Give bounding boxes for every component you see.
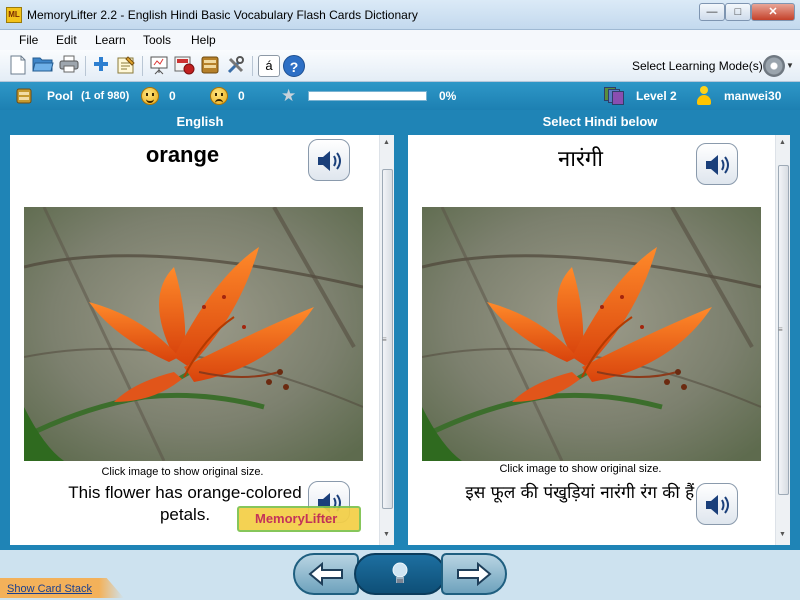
app-icon: ML — [6, 7, 22, 23]
scroll-up-icon[interactable]: ▲ — [779, 139, 786, 146]
menu-file[interactable]: File — [19, 33, 38, 47]
scroll-down-icon[interactable]: ▼ — [779, 531, 786, 538]
speaker-icon — [706, 495, 729, 515]
card-settings-icon[interactable] — [173, 55, 195, 77]
close-icon: ✕ — [768, 6, 778, 18]
scroll-down-icon[interactable]: ▼ — [383, 531, 390, 538]
lightbulb-icon — [392, 562, 408, 583]
toolbar: á ? Select Learning Mode(s) ▼ — [0, 50, 800, 82]
pool-count: (1 of 980) — [81, 90, 130, 102]
level-label: Level 2 — [636, 89, 677, 103]
image-caption: Click image to show original size. — [499, 463, 662, 475]
open-folder-icon[interactable] — [32, 55, 54, 77]
learning-mode-label[interactable]: Select Learning Mode(s) — [632, 59, 763, 73]
pool-icon — [16, 88, 32, 104]
chevron-down-icon[interactable]: ▼ — [786, 61, 794, 70]
answer-scrollbar[interactable]: ▲ ≡ ▼ — [775, 135, 790, 545]
previous-button[interactable] — [293, 553, 359, 595]
wrong-count: 0 — [238, 89, 245, 103]
memorylifter-logo: MemoryLifter — [237, 506, 361, 532]
right-count: 0 — [169, 89, 176, 103]
image-caption: Click image to show original size. — [101, 466, 264, 478]
help-icon[interactable]: ? — [283, 55, 305, 77]
grip-icon: ≡ — [382, 335, 387, 344]
grip-icon: ≡ — [778, 325, 783, 334]
tools-icon[interactable] — [225, 55, 247, 77]
answer-header: Select Hindi below — [542, 114, 658, 129]
speaker-icon — [318, 151, 341, 171]
question-word: orange — [145, 142, 220, 167]
toolbar-separator — [142, 56, 143, 76]
minimize-button[interactable]: — — [699, 3, 725, 21]
print-icon[interactable] — [58, 55, 80, 77]
card-stack-icon[interactable] — [199, 55, 221, 77]
arrow-right-icon — [457, 562, 492, 586]
question-header: English — [176, 114, 224, 129]
menu-learn[interactable]: Learn — [95, 33, 126, 47]
add-card-icon[interactable] — [90, 55, 112, 77]
toolbar-separator — [252, 56, 253, 76]
arrow-left-icon — [308, 562, 343, 586]
progress-bar — [308, 91, 427, 101]
speaker-icon — [706, 155, 729, 175]
question-scrollbar[interactable]: ▲ ≡ ▼ — [379, 135, 394, 545]
close-button[interactable]: ✕ — [751, 3, 795, 21]
window-title: MemoryLifter 2.2 - English Hindi Basic V… — [27, 8, 418, 22]
maximize-button[interactable]: □ — [725, 3, 751, 21]
card-area: English Select Hindi below orange Click … — [0, 110, 800, 550]
pool-label: Pool — [47, 89, 73, 103]
flower-image[interactable] — [24, 207, 363, 461]
user-icon — [696, 86, 712, 106]
toolbar-separator — [85, 56, 86, 76]
menu-bar: File Edit Learn Tools Help — [0, 30, 800, 50]
user-name: manwei30 — [724, 89, 782, 103]
menu-edit[interactable]: Edit — [56, 33, 77, 47]
question-card: orange Click image to show original size… — [10, 135, 394, 545]
new-file-icon[interactable] — [7, 55, 29, 77]
flower-image[interactable] — [422, 207, 761, 461]
answer-sentence: इस फूल की पंखुड़ियां नारंगी रंग की हैं। — [465, 483, 701, 503]
answer-card: नारंगी Click image to show original size… — [408, 135, 790, 545]
hint-button[interactable] — [354, 553, 446, 595]
maximize-icon: □ — [734, 6, 742, 18]
progress-text: 0% — [439, 89, 457, 103]
level-icon — [604, 87, 624, 105]
character-map-icon[interactable]: á — [258, 55, 280, 77]
edit-card-icon[interactable] — [115, 55, 137, 77]
happy-face-icon — [141, 87, 159, 105]
answer-sentence-audio-button[interactable] — [696, 483, 738, 525]
navigation-bar — [0, 550, 800, 600]
status-bar: Pool (1 of 980) 0 0 ★ 0% Level 2 manwei3… — [0, 82, 800, 110]
minimize-icon: — — [706, 6, 718, 18]
presentation-icon[interactable] — [148, 55, 170, 77]
gear-icon[interactable] — [763, 55, 785, 77]
star-icon: ★ — [281, 86, 297, 105]
next-button[interactable] — [441, 553, 507, 595]
menu-tools[interactable]: Tools — [143, 33, 171, 47]
title-bar: ML MemoryLifter 2.2 - English Hindi Basi… — [0, 0, 800, 30]
sad-face-icon — [210, 87, 228, 105]
show-card-stack-link[interactable]: Show Card Stack — [7, 583, 92, 595]
menu-help[interactable]: Help — [191, 33, 216, 47]
scroll-up-icon[interactable]: ▲ — [383, 139, 390, 146]
question-audio-button[interactable] — [308, 139, 350, 181]
answer-audio-button[interactable] — [696, 143, 738, 185]
